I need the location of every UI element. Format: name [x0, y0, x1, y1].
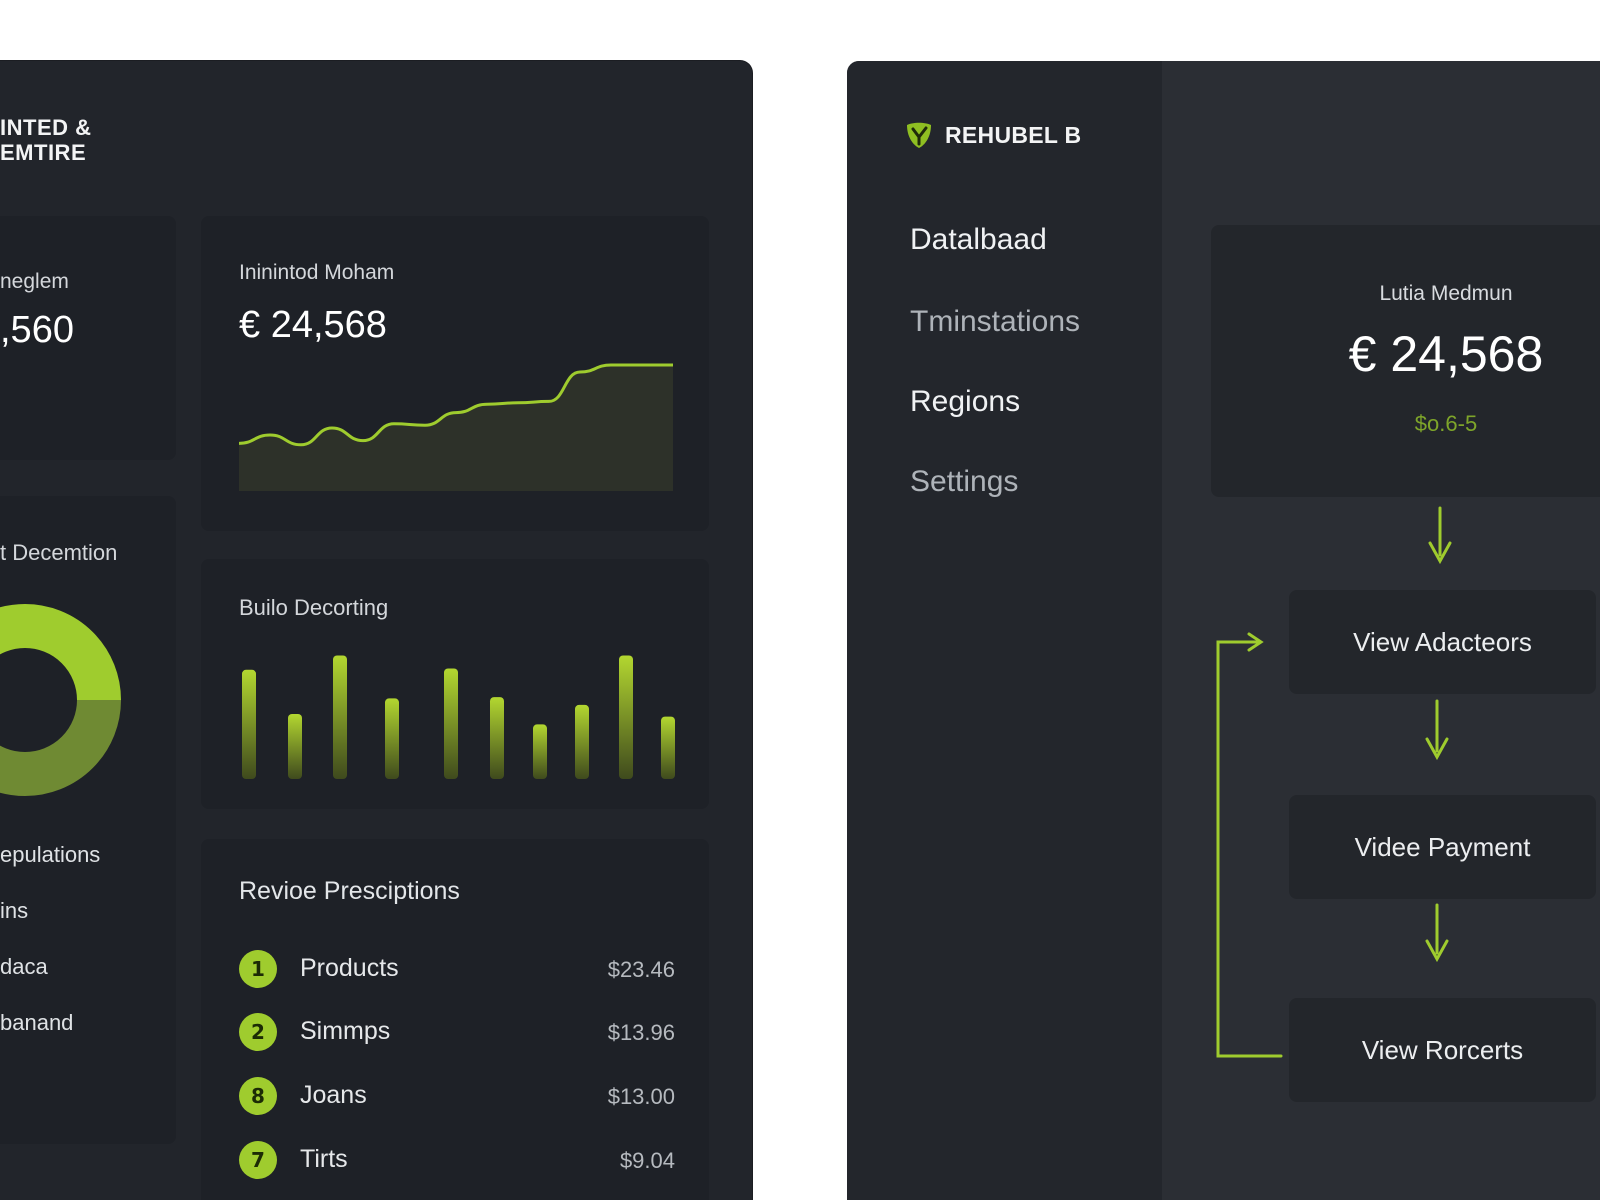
kpi-partial-title: neglem	[0, 270, 69, 293]
bar-2	[333, 655, 347, 779]
donut-legend-item: daca	[0, 954, 48, 979]
bar-9	[661, 716, 675, 779]
donut-legend-item: ins	[0, 898, 29, 923]
donut-slice-1	[0, 699, 121, 796]
view-rorcerts-button[interactable]: View Rorcerts	[1289, 998, 1596, 1102]
bar-0	[242, 669, 256, 779]
brand-logo-text: INTED & EMTIRE	[0, 115, 92, 165]
left-dashboard-window: INTED & EMTIRE neglem ,560 Ininintod Moh…	[0, 61, 752, 1200]
brand-line-1: INTED &	[0, 115, 92, 140]
donut-legend-title: epulations	[0, 842, 101, 867]
rank-badge: 8	[239, 1077, 277, 1115]
rank-amount: $13.96	[607, 1020, 675, 1045]
rank-amount: $23.46	[607, 957, 675, 982]
view-adacteors-button[interactable]: View Adacteors	[1289, 590, 1596, 694]
donut-legend-item: banand	[0, 1010, 74, 1035]
bar-4	[444, 668, 458, 779]
revenue-card-title: Ininintod Moham	[239, 261, 395, 284]
kpi-partial-value: ,560	[0, 309, 74, 351]
bar-5	[490, 697, 504, 779]
bar-6	[533, 724, 547, 779]
revenue-line-card[interactable]: Ininintod Moham € 24,568	[201, 216, 709, 531]
rank-badge: 1	[239, 950, 277, 988]
rank-amount: $9.04	[619, 1148, 675, 1173]
distribution-donut-chart	[0, 604, 121, 796]
rank-label: Tirts	[300, 1145, 348, 1173]
donut-slice-0	[0, 604, 121, 701]
right-dashboard-window: REHUBEL B Datalbaad Tminstations Regions…	[847, 61, 1600, 1200]
revenue-line-chart	[239, 363, 673, 491]
bar-3	[385, 698, 399, 779]
donut-card-title: t Decemtion	[0, 540, 118, 565]
bar-chart-card[interactable]: Builo Decorting	[201, 559, 709, 809]
ranking-row[interactable]: 8 Joans $13.00	[239, 1075, 675, 1115]
revenue-area-fill	[239, 365, 673, 491]
rank-badge: 2	[239, 1013, 277, 1051]
bar-7	[575, 704, 589, 779]
rank-amount: $13.00	[607, 1084, 675, 1109]
rank-label: Products	[300, 954, 399, 982]
ranking-card-title: Revioe Presciptions	[239, 877, 460, 905]
bar-8	[619, 655, 633, 779]
bar-card-title: Builo Decorting	[239, 595, 389, 620]
rank-label: Joans	[300, 1081, 367, 1109]
brand-line-2: EMTIRE	[0, 140, 87, 165]
ranking-row[interactable]: 1 Products $23.46	[239, 948, 675, 988]
ranking-card[interactable]: Revioe Presciptions 1 Products $23.46 2 …	[201, 839, 709, 1200]
ranking-row[interactable]: 7 Tirts $9.04	[239, 1139, 675, 1179]
distribution-donut-card[interactable]: t Decemtion epulations ins daca banand	[0, 496, 176, 1144]
kpi-card-partial[interactable]: neglem ,560	[0, 216, 176, 460]
bar-1	[288, 714, 302, 779]
revenue-card-value: € 24,568	[239, 304, 387, 346]
ranking-row[interactable]: 2 Simmps $13.96	[239, 1011, 675, 1051]
rank-label: Simmps	[300, 1017, 391, 1045]
videe-payment-button[interactable]: Videe Payment	[1289, 795, 1596, 899]
bar-chart	[242, 655, 675, 779]
rank-badge: 7	[239, 1141, 277, 1179]
